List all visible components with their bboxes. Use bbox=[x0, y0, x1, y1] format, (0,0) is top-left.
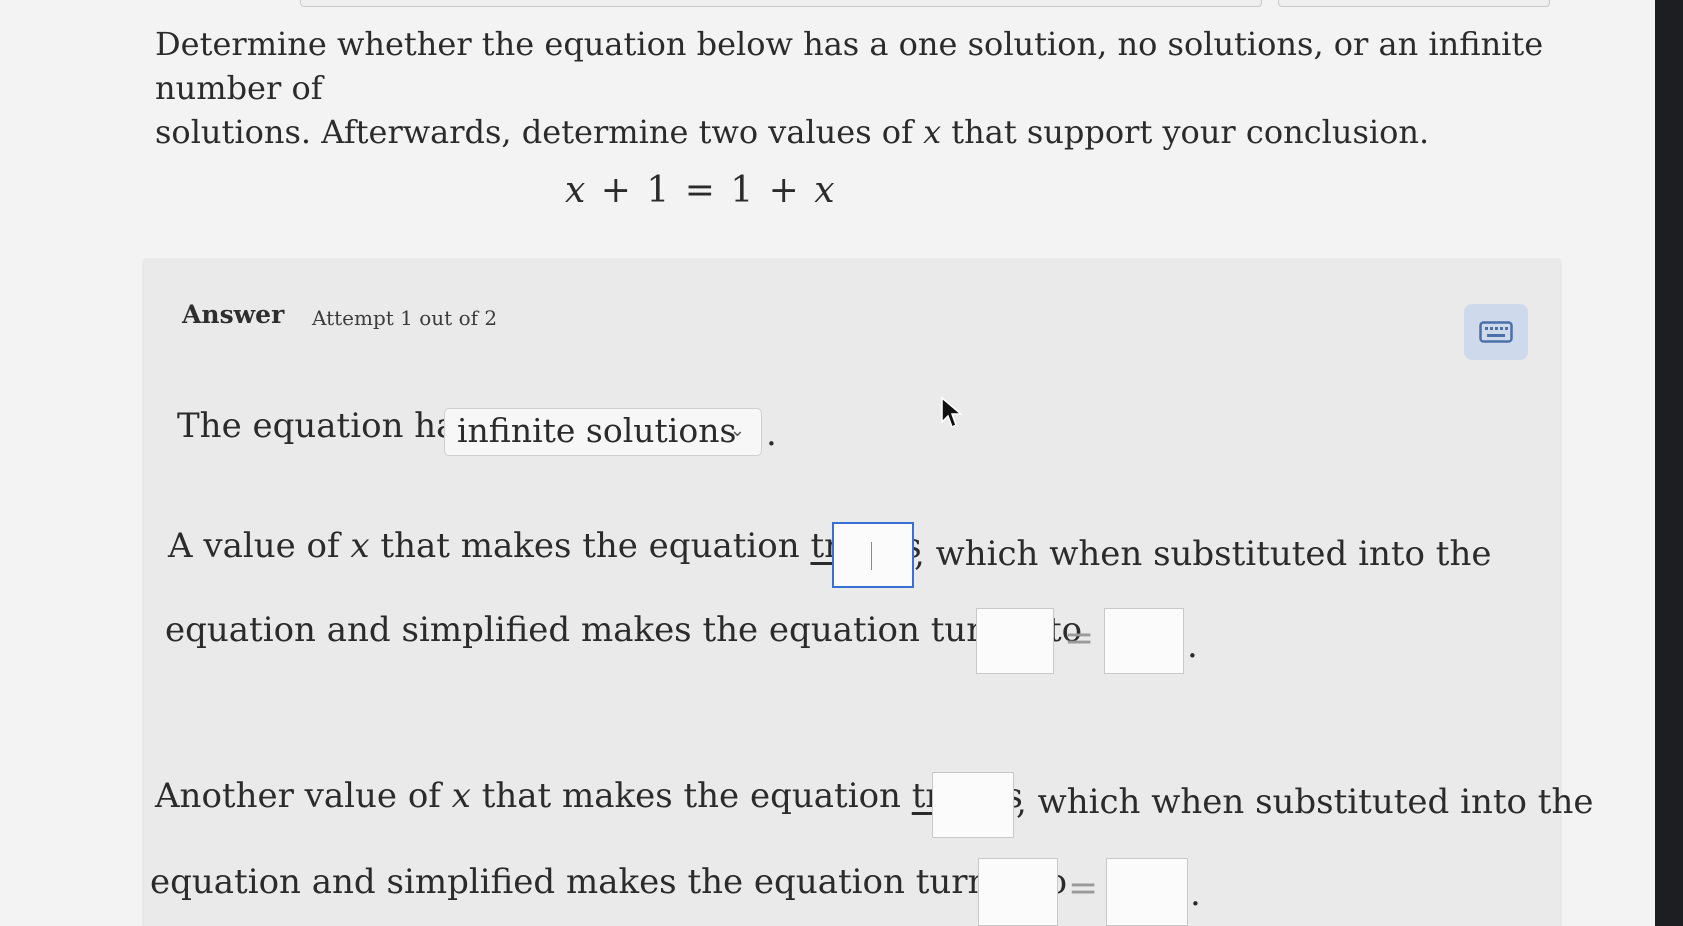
second-value-text-mid: that makes the equation bbox=[470, 776, 912, 816]
keyboard-icon bbox=[1479, 321, 1513, 343]
equation-lhs-variable: x bbox=[565, 170, 588, 211]
question-variable: x bbox=[923, 113, 942, 151]
question-line-2-end: that support your conclusion. bbox=[941, 113, 1430, 151]
sentence-period: . bbox=[766, 414, 777, 454]
equation-rhs-variable: x bbox=[814, 170, 837, 211]
first-value-text-mid: that makes the equation bbox=[369, 526, 811, 566]
first-value-sentence: A value of x that makes the equation tru… bbox=[168, 526, 922, 566]
question-text: Determine whether the equation below has… bbox=[155, 22, 1555, 154]
screen: Determine whether the equation below has… bbox=[0, 0, 1655, 926]
equation: x + 1 = 1 + x bbox=[565, 170, 837, 211]
solutions-dropdown[interactable]: infinite solutions ⌄ bbox=[444, 408, 762, 456]
second-equals-sign: = bbox=[1068, 868, 1099, 909]
equation-middle: + 1 = 1 + bbox=[587, 170, 815, 211]
second-rhs-result-input[interactable] bbox=[1106, 858, 1188, 926]
second-value-line-2: equation and simplified makes the equati… bbox=[150, 862, 1068, 902]
answer-panel bbox=[142, 258, 1562, 926]
mouse-cursor-icon bbox=[941, 396, 964, 429]
second-value-text-start: Another value of bbox=[155, 776, 452, 816]
second-lhs-result-input[interactable] bbox=[978, 858, 1058, 926]
first-x-value-input[interactable] bbox=[832, 522, 914, 588]
first-value-text-start: A value of bbox=[168, 526, 351, 566]
text-caret bbox=[871, 542, 872, 570]
question-line-1: Determine whether the equation below has… bbox=[155, 25, 1544, 107]
keyboard-toggle-button[interactable] bbox=[1464, 304, 1528, 360]
first-value-variable: x bbox=[350, 526, 370, 566]
first-value-sentence-end: , which when substituted into the bbox=[914, 534, 1492, 574]
question-line-2: solutions. Afterwards, determine two val… bbox=[155, 110, 1555, 154]
screen-bezel bbox=[1655, 0, 1683, 926]
first-rhs-result-input[interactable] bbox=[1104, 608, 1184, 674]
attempt-counter: Attempt 1 out of 2 bbox=[312, 306, 498, 330]
second-x-value-input[interactable] bbox=[932, 772, 1014, 838]
equation-has-label: The equation has bbox=[177, 406, 474, 446]
first-equals-sign: = bbox=[1064, 618, 1095, 659]
second-value-sentence: Another value of x that makes the equati… bbox=[155, 776, 1023, 816]
second-value-variable: x bbox=[451, 776, 471, 816]
second-line-period: . bbox=[1190, 874, 1201, 914]
top-bar-left bbox=[300, 0, 1262, 7]
first-lhs-result-input[interactable] bbox=[976, 608, 1054, 674]
dropdown-selected-value: infinite solutions bbox=[457, 411, 737, 450]
chevron-down-icon: ⌄ bbox=[729, 420, 745, 441]
top-bar-right bbox=[1278, 0, 1550, 7]
second-value-sentence-end: , which when substituted into the bbox=[1016, 782, 1594, 822]
answer-heading: Answer bbox=[182, 300, 285, 329]
first-line-period: . bbox=[1187, 626, 1198, 666]
first-value-line-2: equation and simplified makes the equati… bbox=[165, 610, 1083, 650]
question-line-2-start: solutions. Afterwards, determine two val… bbox=[155, 113, 924, 151]
